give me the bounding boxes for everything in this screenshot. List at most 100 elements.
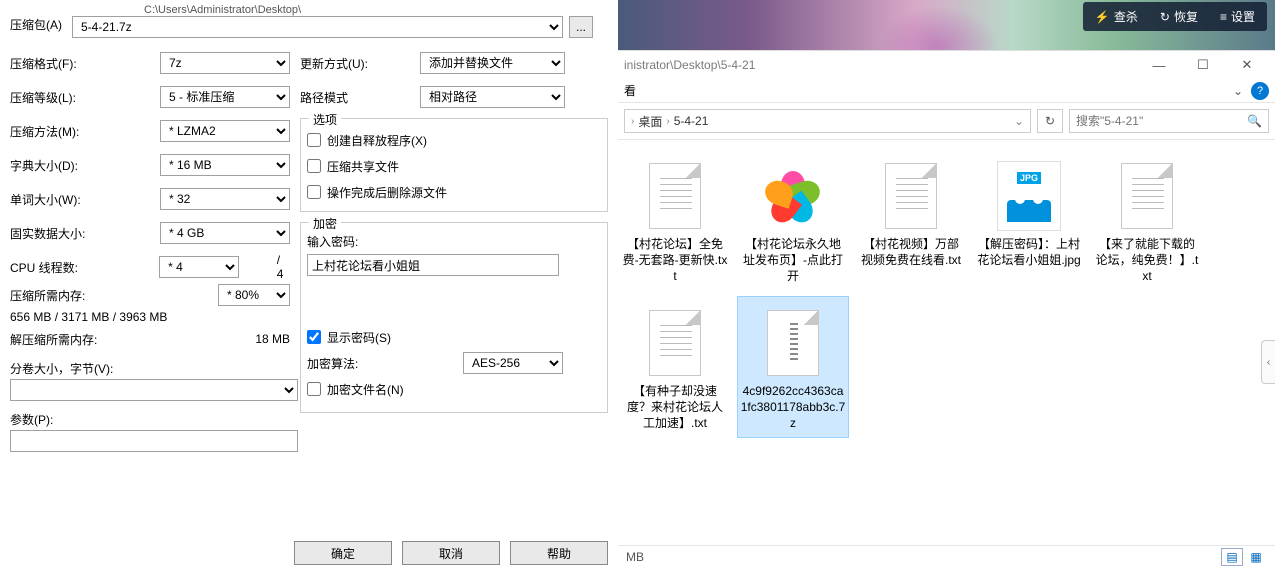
crumb-desktop[interactable]: 桌面 [638, 113, 662, 130]
search-icon[interactable]: 🔍 [1247, 114, 1262, 128]
status-text: MB [626, 550, 644, 564]
file-name: 【有种子却没速度？来村花论坛人工加速】.txt [622, 383, 728, 432]
help-icon[interactable]: ? [1251, 82, 1269, 100]
delete-label: 操作完成后删除源文件 [327, 184, 447, 201]
decompress-mem-label: 解压缩所需内存: [10, 331, 155, 348]
file-name: 【村花视频】万部视频免费在线看.txt [858, 236, 964, 268]
window-title: inistrator\Desktop\5-4-21 [624, 58, 1137, 72]
file-item[interactable]: 【村花论坛永久地址发布页】-点此打开 [738, 150, 848, 291]
file-name: 4c9f9262cc4363ca1fc3801178abb3c.7z [740, 383, 846, 432]
cpu-label: CPU 线程数: [10, 259, 159, 276]
breadcrumb[interactable]: › 桌面 › 5-4-21 ⌄ [624, 109, 1031, 133]
show-password-checkbox[interactable] [307, 330, 321, 344]
maximize-button[interactable]: ☐ [1181, 51, 1225, 79]
share-checkbox[interactable] [307, 159, 321, 173]
browse-button[interactable]: ... [569, 16, 593, 38]
menu-item-view[interactable]: 看 [624, 82, 636, 99]
file-name: 【来了就能下载的论坛，纯免费！】.txt [1094, 236, 1200, 285]
compress-mem-value: 656 MB / 3171 MB / 3963 MB [10, 310, 167, 324]
file-item[interactable]: 4c9f9262cc4363ca1fc3801178abb3c.7z [738, 297, 848, 438]
split-label: 分卷大小，字节(V): [10, 360, 290, 377]
archive-filename-select[interactable]: 5-4-21.7z [72, 16, 563, 38]
preview-pane-handle[interactable]: ‹ [1261, 340, 1275, 384]
settings-icon: ≡ [1220, 10, 1227, 24]
solid-label: 固实数据大小: [10, 225, 160, 242]
sfx-label: 创建自释放程序(X) [327, 132, 427, 149]
archive-file-icon [767, 310, 819, 376]
method-select[interactable]: * LZMA2 [160, 120, 290, 142]
level-label: 压缩等级(L): [10, 89, 160, 106]
cancel-button[interactable]: 取消 [402, 541, 500, 565]
compress-mem-label: 压缩所需内存: [10, 287, 155, 304]
level-select[interactable]: 5 - 标准压缩 [160, 86, 290, 108]
param-input[interactable] [10, 430, 298, 452]
chevron-right-icon: › [631, 116, 634, 127]
chevron-right-icon: › [666, 116, 669, 127]
cpu-select[interactable]: * 4 [159, 256, 239, 278]
file-item[interactable]: 【来了就能下载的论坛，纯免费！】.txt [1092, 150, 1202, 291]
ok-button[interactable]: 确定 [294, 541, 392, 565]
enc-names-checkbox[interactable] [307, 382, 321, 396]
word-select[interactable]: * 32 [160, 188, 290, 210]
chevron-down-icon[interactable]: ⌄ [1014, 114, 1024, 128]
options-title: 选项 [309, 111, 341, 128]
help-button[interactable]: 帮助 [510, 541, 608, 565]
word-label: 单词大小(W): [10, 191, 160, 208]
delete-checkbox[interactable] [307, 185, 321, 199]
enc-method-label: 加密算法: [307, 355, 457, 372]
security-tray: ⚡查杀 ↻恢复 ≡设置 [1083, 2, 1267, 31]
pathmode-select[interactable]: 相对路径 [420, 86, 565, 108]
file-name: 【村花论坛永久地址发布页】-点此打开 [740, 236, 846, 285]
file-name: 【解压密码】：上村花论坛看小姐姐.jpg [976, 236, 1082, 268]
search-box[interactable]: 🔍 [1069, 109, 1269, 133]
mem-pct-select[interactable]: * 80% [218, 284, 290, 306]
dict-label: 字典大小(D): [10, 157, 160, 174]
show-password-label: 显示密码(S) [327, 329, 391, 346]
format-label: 压缩格式(F): [10, 55, 160, 72]
txt-file-icon [1121, 163, 1173, 229]
file-name: 【村花论坛】全免费-无套路-更新快.txt [622, 236, 728, 285]
jpg-file-icon: JPG [997, 161, 1061, 231]
encrypt-group: 加密 输入密码: 显示密码(S) 加密算法:AES-256 加密文件名(N) [300, 222, 608, 413]
search-input[interactable] [1076, 114, 1247, 128]
scan-button[interactable]: ⚡查杀 [1085, 4, 1148, 29]
method-label: 压缩方法(M): [10, 123, 160, 140]
password-label: 输入密码: [307, 231, 601, 254]
settings-button[interactable]: ≡设置 [1210, 4, 1265, 29]
dict-select[interactable]: * 16 MB [160, 154, 290, 176]
decompress-mem-value: 18 MB [155, 332, 290, 346]
restore-button[interactable]: ↻恢复 [1150, 4, 1208, 29]
txt-file-icon [885, 163, 937, 229]
enc-method-select[interactable]: AES-256 [463, 352, 563, 374]
ribbon-chevron-icon[interactable]: ⌄ [1233, 84, 1243, 98]
file-item[interactable]: 【有种子却没速度？来村花论坛人工加速】.txt [620, 297, 730, 438]
update-select[interactable]: 添加并替换文件 [420, 52, 565, 74]
split-select[interactable] [10, 379, 298, 401]
pathmode-label: 路径模式 [300, 89, 420, 106]
file-item[interactable]: 【村花论坛】全免费-无套路-更新快.txt [620, 150, 730, 291]
restore-icon: ↻ [1160, 10, 1170, 24]
pinwheel-icon [764, 167, 822, 225]
view-details-icon[interactable]: ▤ [1221, 548, 1243, 566]
file-item[interactable]: 【村花视频】万部视频免费在线看.txt [856, 150, 966, 291]
file-item[interactable]: JPG 【解压密码】：上村花论坛看小姐姐.jpg [974, 150, 1084, 291]
update-label: 更新方式(U): [300, 55, 420, 72]
options-group: 选项 创建自释放程序(X) 压缩共享文件 操作完成后删除源文件 [300, 118, 608, 212]
enc-names-label: 加密文件名(N) [327, 381, 404, 398]
crumb-folder[interactable]: 5-4-21 [674, 114, 709, 128]
explorer-window: inistrator\Desktop\5-4-21 — ☐ ✕ 看 ⌄ ? › … [618, 50, 1275, 567]
lightning-icon: ⚡ [1095, 10, 1110, 24]
archive-label: 压缩包(A) [10, 4, 72, 33]
solid-select[interactable]: * 4 GB [160, 222, 290, 244]
password-input[interactable] [307, 254, 559, 276]
sfx-checkbox[interactable] [307, 133, 321, 147]
share-label: 压缩共享文件 [327, 158, 399, 175]
close-button[interactable]: ✕ [1225, 51, 1269, 79]
refresh-button[interactable]: ↻ [1037, 109, 1063, 133]
txt-file-icon [649, 163, 701, 229]
7zip-add-dialog: 压缩包(A) C:\Users\Administrator\Desktop\ 5… [0, 0, 618, 567]
format-select[interactable]: 7z [160, 52, 290, 74]
minimize-button[interactable]: — [1137, 51, 1181, 79]
encrypt-title: 加密 [309, 215, 341, 232]
view-large-icon[interactable]: ▦ [1245, 548, 1267, 566]
